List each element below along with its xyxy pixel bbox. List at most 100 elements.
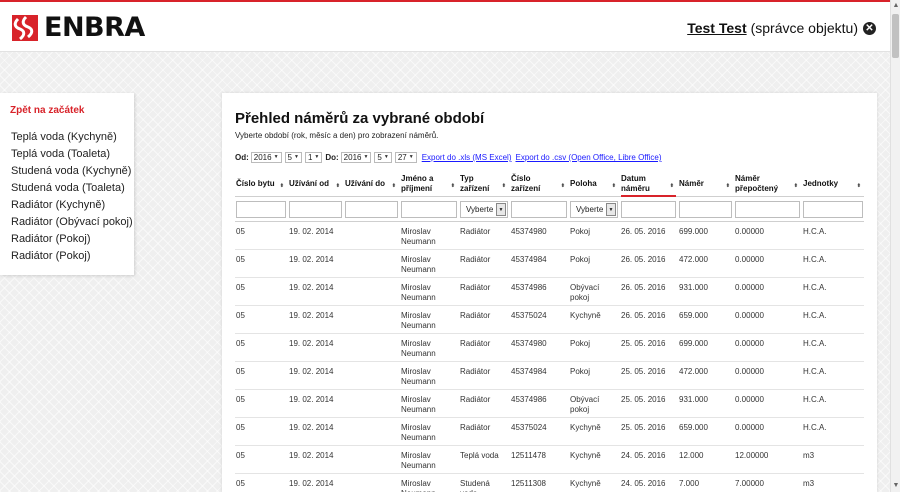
meter-list: Teplá voda (Kychyně) Teplá voda (Toaleta…	[11, 129, 133, 265]
table-cell: 19. 02. 2014	[289, 283, 334, 292]
table-cell: Radiátor	[460, 367, 491, 376]
column-filter-input[interactable]	[679, 201, 732, 218]
sidebar-item[interactable]: Teplá voda (Toaleta)	[11, 146, 133, 163]
sort-icon[interactable]: ⬍	[561, 181, 565, 191]
from-month-select[interactable]: 5 ▼	[284, 152, 302, 163]
sort-icon[interactable]: ⬍	[451, 181, 455, 191]
table-row[interactable]: 05 19. 02. 2014 Miroslav Neumann Radiátor 45…	[235, 306, 864, 334]
table-row[interactable]: 05 19. 02. 2014 Miroslav Neumann Radiátor 45…	[235, 362, 864, 390]
table-cell: 05	[236, 479, 245, 488]
table-cell: 931.000	[679, 283, 708, 292]
sort-icon[interactable]: ⬍	[280, 181, 284, 191]
column-header[interactable]: Jméno a příjmení ⬍	[401, 173, 457, 195]
column-header-inner: Náměr přepočtený ⬍	[735, 173, 800, 195]
column-filter-input[interactable]	[803, 201, 863, 218]
table-row[interactable]: 05 19. 02. 2014 Miroslav Neumann Radiátor 45…	[235, 278, 864, 306]
column-header-inner: Jednotky ⬍	[803, 173, 863, 195]
table-cell: H.C.A.	[803, 395, 827, 404]
from-year-select[interactable]: 2016 ▼	[250, 152, 282, 163]
sort-icon[interactable]: ⬍	[502, 181, 506, 191]
column-filter-input[interactable]	[289, 201, 342, 218]
scroll-up-arrow-icon[interactable]: ▲	[891, 0, 900, 12]
to-day-select[interactable]: 27 ▼	[394, 152, 417, 163]
table-row[interactable]: 05 19. 02. 2014 Miroslav Neumann Radiátor 45…	[235, 250, 864, 278]
table-row[interactable]: 05 19. 02. 2014 Miroslav Neumann Radiátor 45…	[235, 390, 864, 418]
table-cell: 19. 02. 2014	[289, 423, 334, 432]
table-cell: 12511478	[511, 451, 546, 460]
table-cell: 05	[236, 227, 245, 236]
column-filter-select[interactable]: Vyberte ▼	[570, 201, 618, 218]
table-cell: Radiátor	[460, 283, 491, 292]
sidebar-item[interactable]: Studená voda (Toaleta)	[11, 180, 133, 197]
column-header[interactable]: Užívání do ⬍	[345, 173, 398, 195]
column-filter-select-label: Vyberte	[576, 205, 604, 214]
column-header[interactable]: Datum náměru ⬍	[621, 173, 676, 197]
column-header[interactable]: Číslo zařízení ⬍	[511, 173, 567, 195]
table-row[interactable]: 05 19. 02. 2014 Miroslav Neumann Radiátor 45…	[235, 222, 864, 250]
table-cell: 12.00000	[735, 451, 769, 460]
sidebar-item[interactable]: Radiátor (Kychyně)	[11, 197, 133, 214]
chevron-down-icon[interactable]: ▼	[606, 203, 616, 216]
export-csv-link[interactable]: Export do .csv (Open Office, Libre Offic…	[516, 153, 662, 162]
column-header[interactable]: Náměr ⬍	[679, 173, 732, 195]
sidebar-item[interactable]: Radiátor (Obývací pokoj)	[11, 214, 133, 231]
scroll-thumb[interactable]	[892, 14, 899, 58]
sidebar-item[interactable]: Radiátor (Pokoj)	[11, 231, 133, 248]
sort-icon[interactable]: ⬍	[336, 181, 340, 191]
column-filter-input[interactable]	[735, 201, 800, 218]
table-row[interactable]: 05 19. 02. 2014 Miroslav Neumann Teplá voda…	[235, 446, 864, 474]
table-cell: 05	[236, 255, 245, 264]
column-filter-input[interactable]	[511, 201, 567, 218]
logout-close-icon[interactable]: ✕	[863, 21, 876, 35]
column-filter-input[interactable]	[621, 201, 676, 218]
sort-icon[interactable]: ⬍	[857, 181, 861, 191]
table-cell: m3	[803, 479, 815, 488]
column-filter-input[interactable]	[345, 201, 398, 218]
table-cell: Miroslav Neumann	[401, 339, 436, 358]
column-header[interactable]: Užívání od ⬍	[289, 173, 342, 195]
table-cell: H.C.A.	[803, 283, 827, 292]
column-header[interactable]: Náměr přepočtený ⬍	[735, 173, 800, 195]
column-header[interactable]: Číslo bytu ⬍	[236, 173, 286, 195]
table-cell: 45375024	[511, 423, 547, 432]
table-cell: 26. 05. 2016	[621, 311, 666, 320]
to-year-select[interactable]: 2016 ▼	[340, 152, 372, 163]
sidebar-item[interactable]: Radiátor (Pokoj)	[11, 248, 133, 265]
table-cell: Pokoj	[570, 367, 591, 376]
sort-icon[interactable]: ⬍	[726, 181, 730, 191]
sort-icon[interactable]: ⬍	[794, 181, 798, 191]
column-header[interactable]: Poloha ⬍	[570, 173, 618, 195]
column-filter-input[interactable]	[401, 201, 457, 218]
to-month-select[interactable]: 5 ▼	[374, 152, 392, 163]
table-cell: Miroslav Neumann	[401, 395, 436, 414]
sort-icon[interactable]: ⬍	[392, 181, 396, 191]
table-cell: H.C.A.	[803, 255, 827, 264]
column-header[interactable]: Typ zařízení ⬍	[460, 173, 508, 195]
user-name-link[interactable]: Test Test	[687, 20, 746, 36]
table-cell: 24. 05. 2016	[621, 479, 666, 488]
from-day-select[interactable]: 1 ▼	[304, 152, 323, 163]
from-day-value: 1	[307, 153, 313, 162]
scroll-down-arrow-icon[interactable]: ▼	[891, 480, 900, 492]
table-cell: 05	[236, 423, 245, 432]
sidebar-item[interactable]: Teplá voda (Kychyně)	[11, 129, 133, 146]
column-filter-input[interactable]	[236, 201, 286, 218]
table-row[interactable]: 05 19. 02. 2014 Miroslav Neumann Studená vo…	[235, 474, 864, 492]
sort-icon[interactable]: ⬍	[670, 181, 674, 191]
enbra-logo[interactable]: ENBRA	[12, 14, 145, 42]
sort-icon[interactable]: ⬍	[612, 181, 616, 191]
table-row[interactable]: 05 19. 02. 2014 Miroslav Neumann Radiátor 45…	[235, 334, 864, 362]
chevron-down-icon: ▼	[314, 154, 320, 160]
column-header[interactable]: Jednotky ⬍	[803, 173, 863, 195]
column-filter-select[interactable]: Vyberte ▼	[460, 201, 508, 218]
table-row[interactable]: 05 19. 02. 2014 Miroslav Neumann Radiátor 45…	[235, 418, 864, 446]
chevron-down-icon[interactable]: ▼	[496, 203, 506, 216]
back-to-start-link[interactable]: Zpět na začátek	[10, 105, 84, 116]
column-header-label: Číslo bytu	[236, 179, 275, 188]
sidebar-item[interactable]: Studená voda (Kychyně)	[11, 163, 133, 180]
export-xls-link[interactable]: Export do .xls (MS Excel)	[422, 153, 512, 162]
table-cell: 45374980	[511, 227, 547, 236]
chevron-down-icon: ▼	[273, 154, 279, 160]
table-cell: H.C.A.	[803, 367, 827, 376]
page-scrollbar[interactable]: ▲ ▼	[890, 0, 900, 492]
